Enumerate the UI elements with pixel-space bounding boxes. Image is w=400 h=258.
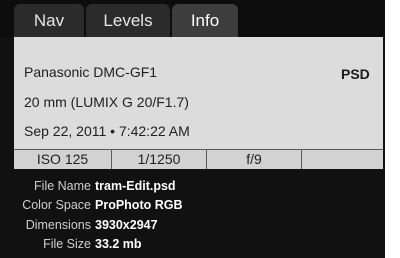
meta-row-color-space: Color Space ProPhoto RGB	[0, 196, 385, 214]
capture-datetime: Sep 22, 2011 • 7:42:22 AM	[24, 123, 190, 139]
meta-row-file-size: File Size 33.2 mb	[0, 235, 385, 253]
meta-row-dimensions: Dimensions 3930x2947	[0, 216, 385, 234]
meta-label: File Name	[34, 179, 91, 193]
exif-row: ISO 125 1/1250 f/9	[14, 149, 383, 169]
meta-label: File Size	[43, 237, 91, 251]
aperture-value: f/9	[207, 150, 302, 169]
meta-label: Dimensions	[25, 218, 91, 232]
tab-levels[interactable]: Levels	[86, 4, 170, 37]
tab-info[interactable]: Info	[172, 4, 238, 37]
meta-value: ProPhoto RGB	[95, 198, 183, 212]
meta-value: 3930x2947	[95, 218, 158, 232]
exposure-extra-value	[302, 150, 383, 169]
camera-model: Panasonic DMC-GF1	[24, 64, 158, 80]
meta-label: Color Space	[22, 198, 91, 212]
info-panel: Nav Levels Info Panasonic DMC-GF1 PSD 20…	[0, 0, 385, 258]
lens-info: 20 mm (LUMIX G 20/F1.7)	[24, 94, 189, 110]
camera-info-box: Panasonic DMC-GF1 PSD 20 mm (LUMIX G 20/…	[14, 37, 383, 169]
tab-bar: Nav Levels Info	[0, 0, 385, 37]
shutter-speed-value: 1/1250	[112, 150, 207, 169]
tab-nav[interactable]: Nav	[14, 4, 84, 37]
iso-value: ISO 125	[14, 150, 112, 169]
meta-value: tram-Edit.psd	[95, 179, 176, 193]
meta-value: 33.2 mb	[95, 237, 142, 251]
meta-row-file-name: File Name tram-Edit.psd	[0, 177, 385, 195]
file-format-badge: PSD	[341, 66, 370, 82]
